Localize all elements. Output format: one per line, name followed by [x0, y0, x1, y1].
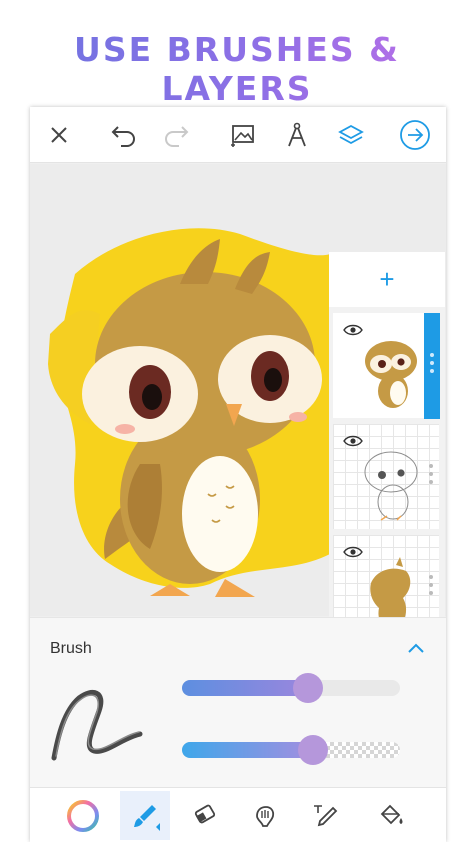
brush-opacity-slider[interactable] — [182, 735, 400, 765]
smudge-icon[interactable] — [240, 791, 290, 840]
layer-preview — [365, 341, 417, 408]
undo-icon[interactable] — [106, 118, 140, 152]
brush-size-fill — [182, 680, 309, 696]
visibility-eye-icon[interactable] — [343, 545, 363, 559]
eraser-icon[interactable] — [180, 791, 230, 840]
selected-layer-indicator — [424, 313, 440, 419]
owl-artwork — [48, 228, 330, 597]
redo-icon[interactable] — [160, 118, 194, 152]
text-icon[interactable] — [300, 791, 350, 840]
fill-bucket-icon[interactable] — [366, 791, 416, 840]
brush-panel-title: Brush — [50, 640, 92, 657]
brush-size-thumb[interactable] — [293, 673, 324, 703]
layers-icon[interactable] — [334, 118, 368, 152]
next-arrow-icon[interactable] — [398, 118, 432, 152]
layer-options-icon[interactable] — [429, 464, 433, 488]
layers-panel: + — [329, 252, 445, 642]
visibility-eye-icon[interactable] — [343, 434, 363, 448]
bottom-toolbar — [30, 787, 446, 842]
chevron-up-icon[interactable] — [407, 642, 425, 654]
add-image-icon[interactable] — [226, 118, 260, 152]
brush-size-slider[interactable] — [182, 673, 400, 703]
app-window: + Brush — [30, 107, 446, 842]
visibility-eye-icon[interactable] — [343, 323, 363, 337]
layer-thumbnail[interactable] — [333, 424, 439, 529]
compass-icon[interactable] — [280, 118, 314, 152]
color-wheel-icon[interactable] — [58, 791, 108, 840]
brush-panel: Brush — [30, 617, 446, 787]
add-layer-button[interactable]: + — [329, 252, 445, 307]
headline: USE BRUSHES & LAYERS — [0, 30, 474, 108]
brush-icon[interactable] — [120, 791, 170, 840]
layer-preview — [364, 451, 418, 521]
brush-stroke-preview — [51, 689, 143, 761]
layer-options-icon[interactable] — [429, 575, 433, 599]
brush-opacity-fill — [182, 742, 313, 758]
top-toolbar — [30, 107, 446, 163]
brush-opacity-thumb[interactable] — [297, 735, 328, 765]
add-layer-label: + — [379, 264, 395, 294]
drawing-canvas[interactable]: + — [30, 164, 446, 642]
close-icon[interactable] — [42, 118, 76, 152]
